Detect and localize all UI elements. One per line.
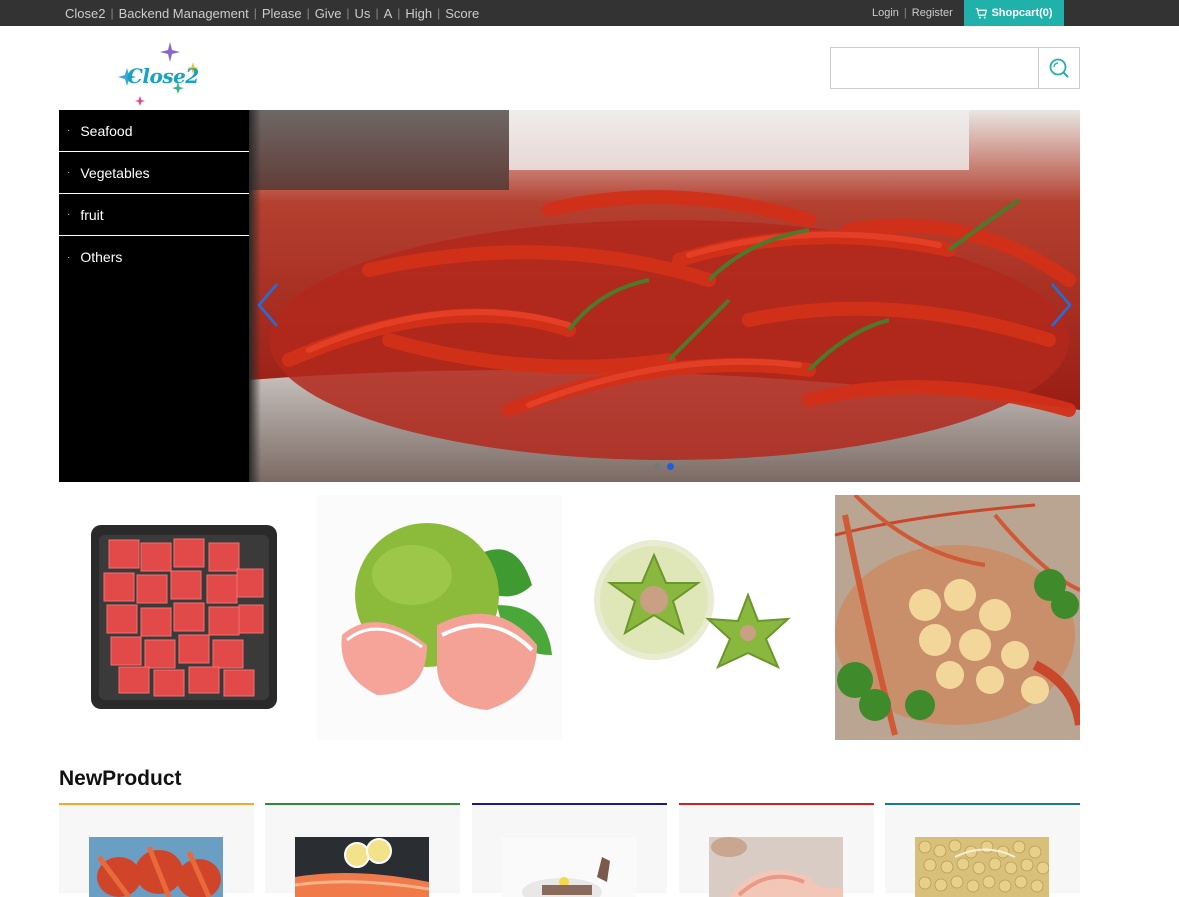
bullet-icon: ·	[67, 209, 71, 220]
logo-text: Close2	[127, 64, 199, 88]
prev-arrow-icon[interactable]	[253, 280, 283, 330]
top-nav-item-us[interactable]: Us	[355, 6, 371, 21]
bullet-icon: ·	[67, 167, 71, 178]
pomelo-image	[317, 495, 562, 740]
category-seafood[interactable]: · Seafood	[59, 110, 249, 152]
category-others[interactable]: · Others	[59, 236, 249, 278]
promo-tile-watermelon[interactable]	[59, 495, 304, 740]
account-links: Login | Register	[872, 0, 953, 26]
top-nav-item-close2[interactable]: Close2	[65, 6, 105, 21]
search-input[interactable]	[830, 47, 1039, 89]
carousel-dots	[654, 463, 674, 470]
top-nav-item-high[interactable]: High	[405, 6, 432, 21]
separator: |	[903, 7, 907, 19]
next-arrow-icon[interactable]	[1046, 280, 1076, 330]
top-nav-item-give[interactable]: Give	[315, 6, 342, 21]
search-icon	[1049, 58, 1069, 78]
separator: |	[397, 6, 401, 20]
register-link[interactable]: Register	[912, 7, 953, 19]
site-logo[interactable]: Close2	[115, 40, 205, 108]
cart-icon	[976, 7, 988, 19]
banner-carousel[interactable]	[249, 110, 1080, 482]
top-nav-item-score[interactable]: Score	[445, 6, 479, 21]
category-menu: · Seafood · Vegetables · fruit · Others	[59, 110, 249, 482]
shopcart-label: Shopcart(0)	[991, 7, 1053, 19]
bullet-icon: ·	[67, 125, 71, 136]
separator: |	[346, 6, 350, 20]
search-button[interactable]	[1039, 47, 1080, 89]
promo-tile-melon[interactable]	[576, 495, 821, 740]
new-product-heading: NewProduct	[59, 767, 182, 790]
new-product-card[interactable]	[679, 803, 874, 897]
top-nav-item-a[interactable]: A	[384, 6, 393, 21]
product-image-soybeans	[915, 837, 1049, 897]
category-label: Others	[80, 249, 123, 265]
bullet-icon: ·	[67, 251, 71, 263]
watermelon-image	[59, 495, 304, 740]
carousel-dot-1[interactable]	[654, 463, 661, 470]
promo-tile-lobster[interactable]	[835, 495, 1080, 740]
category-label: Vegetables	[80, 164, 150, 181]
top-nav: Close2 | Backend Management | Please | G…	[65, 0, 479, 26]
carousel-dot-2[interactable]	[667, 463, 674, 470]
category-label: Seafood	[80, 122, 133, 139]
promo-tile-pomelo[interactable]	[317, 495, 562, 740]
separator: |	[437, 6, 441, 20]
new-product-card[interactable]	[472, 803, 667, 897]
login-link[interactable]: Login	[872, 7, 899, 19]
category-label: fruit	[80, 206, 104, 223]
product-image-fish-dish	[502, 837, 636, 897]
separator: |	[253, 6, 257, 20]
product-image-salmon	[295, 837, 429, 897]
banner-image-red-chilies	[249, 110, 1080, 482]
melon-image	[576, 495, 821, 740]
separator: |	[375, 6, 379, 20]
new-product-card[interactable]	[265, 803, 460, 897]
separator: |	[306, 6, 310, 20]
shopcart-button[interactable]: Shopcart(0)	[964, 0, 1064, 26]
product-image-shrimp	[709, 837, 843, 897]
lobster-image	[835, 495, 1080, 740]
top-nav-item-backend-management[interactable]: Backend Management	[119, 6, 249, 21]
category-vegetables[interactable]: · Vegetables	[59, 152, 249, 194]
separator: |	[110, 6, 114, 20]
product-image-king-crab	[89, 837, 223, 897]
top-nav-item-please[interactable]: Please	[262, 6, 302, 21]
category-fruit[interactable]: · fruit	[59, 194, 249, 236]
new-product-card[interactable]	[885, 803, 1080, 897]
new-product-card[interactable]	[59, 803, 254, 897]
